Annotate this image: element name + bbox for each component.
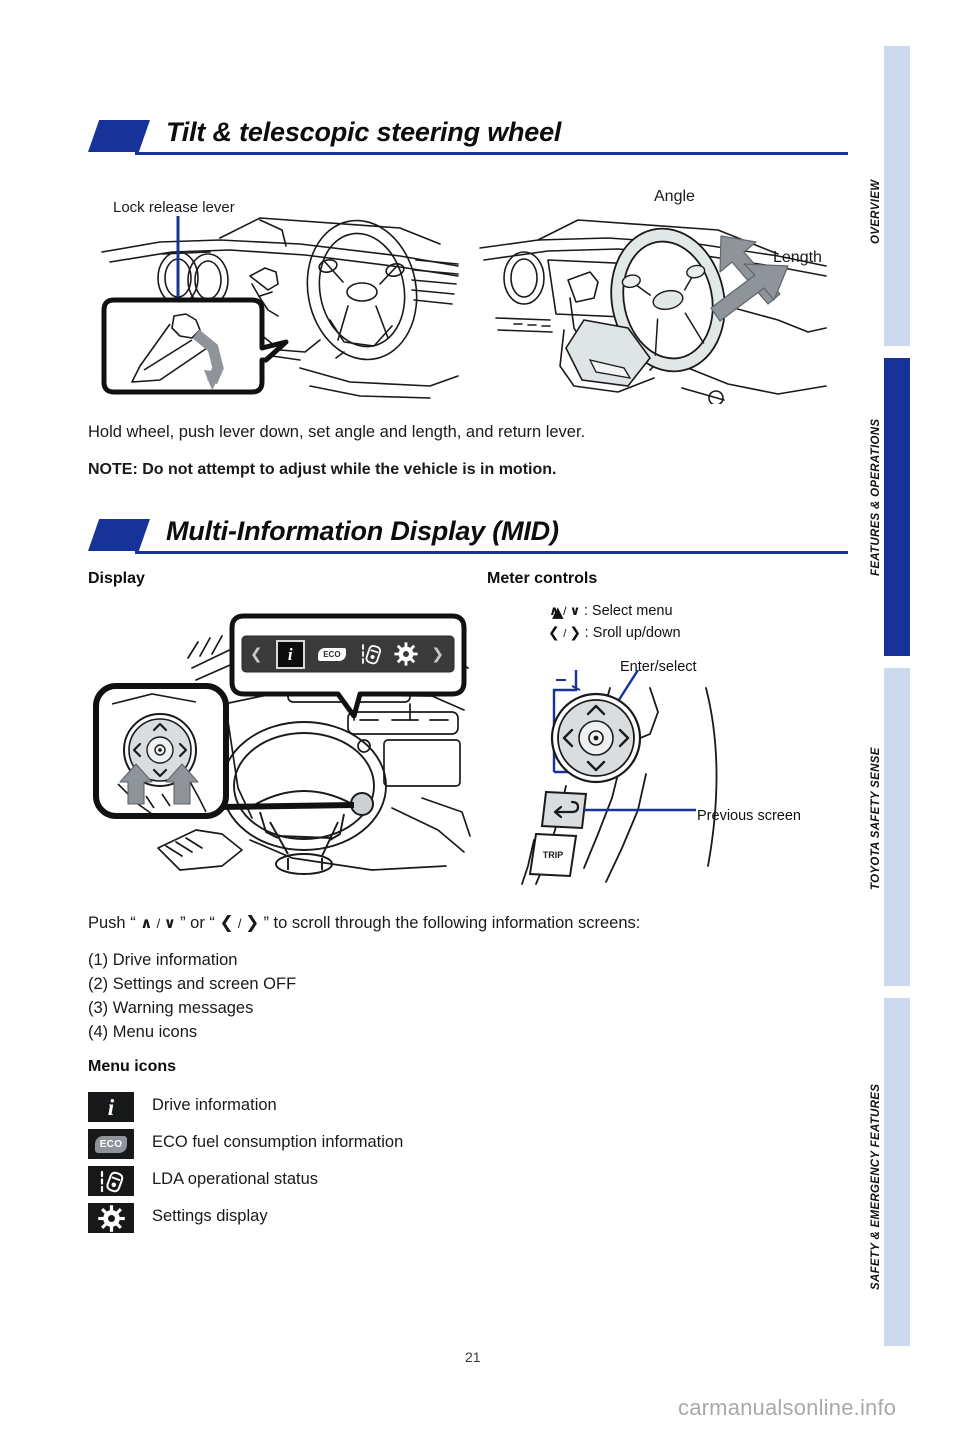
callout-select-menu-label: : Select menu [583,603,673,619]
callout-scroll-label: : Sroll up/down [584,625,681,641]
italic-i-glyph: i [107,1094,115,1120]
eco-badge: ECO [95,1135,127,1153]
label-lock-release-lever: Lock release lever [113,199,235,216]
screen-list-item-1: (1) Drive information [88,951,238,969]
menu-icon-label-settings: Settings display [152,1207,268,1225]
left-arrow-icon: ❮ [548,625,560,641]
settings-gear-icon[interactable] [394,642,418,666]
right-arrow-icon-inline: ❯ [245,913,259,933]
heading-flag-icon [88,120,150,152]
down-arrow-icon-inline: ∨ [163,914,176,932]
tilt-steering-body-text: Hold wheel, push lever down, set angle a… [88,423,586,441]
label-angle: Angle [654,188,695,205]
callout-select-menu: ∧ / ∨ : Select menu [549,603,673,619]
push-instruction: Push “ ∧ / ∨ ” or “ ❮ / ❯ ” to scroll th… [88,913,641,933]
settings-gear-icon-legend [88,1203,134,1233]
push-instruction-prefix: Push “ [88,914,136,932]
menu-icon-label-drive-information: Drive information [152,1096,277,1114]
heading-flag-icon-mid [88,519,150,551]
section-tab-strip [884,46,910,1346]
sidebar-tab-label-safety-emergency: SAFETY & EMERGENCY FEATURES [870,1083,882,1290]
sidebar-tab-safety-emergency[interactable] [884,998,910,1346]
label-length: Length [773,249,822,266]
menu-icon-label-lda: LDA operational status [152,1170,319,1188]
lda-icon-legend [88,1166,134,1196]
sidebar-tab-label-toyota-safety-sense: TOYOTA SAFETY SENSE [870,747,882,890]
screen-list-item-2: (2) Settings and screen OFF [88,975,297,993]
chevron-right-icon[interactable]: ❯ [431,645,444,663]
gear-glyph [97,1204,125,1232]
sidebar-tab-label-overview: OVERVIEW [870,179,882,244]
section-title-tilt-steering: Tilt & telescopic steering wheel [166,117,562,147]
menu-icon-label-eco: ECO fuel consumption information [152,1133,404,1151]
figure-tilt-steering-right [479,219,827,404]
subhead-menu-icons: Menu icons [88,1058,177,1075]
screen-list-item-3: (3) Warning messages [88,999,254,1017]
figure-meter-controls: TRIP [521,670,718,885]
callout-scroll: ❮ / ❯ : Sroll up/down [548,625,681,641]
trip-button-label: TRIP [543,850,564,860]
chevron-left-icon[interactable]: ❮ [250,645,263,663]
sidebar-tab-toyota-safety-sense[interactable] [884,668,910,986]
down-arrow-icon: ∨ [569,604,581,619]
eco-icon[interactable]: ECO [317,647,346,661]
subhead-meter-controls: Meter controls [487,570,598,587]
sidebar-tab-features-operations[interactable] [884,358,910,656]
drive-information-icon[interactable]: i [275,639,305,669]
tilt-steering-note: NOTE: Do not attempt to adjust while the… [88,461,557,478]
sidebar-tab-label-features-operations: FEATURES & OPERATIONS [870,418,882,576]
mid-screen-items: ❮ i ECO ❯ [244,637,450,671]
heading-underline-mid [135,551,848,554]
left-arrow-icon-inline: ❮ [219,913,234,933]
drive-information-icon-legend: i [88,1092,134,1122]
up-arrow-icon-inline: ∧ [140,914,152,932]
menu-icon-row-drive-information: i Drive information [88,1092,508,1122]
menu-icon-row-settings: Settings display [88,1203,508,1233]
menu-icon-row-eco: ECO ECO fuel consumption information [88,1129,508,1159]
page-number: 21 [465,1349,481,1365]
menu-icon-row-lda: LDA operational status [88,1166,508,1196]
eco-icon-legend: ECO [88,1129,134,1159]
heading-underline [135,152,848,155]
push-instruction-suffix: ” to scroll through the following inform… [263,914,641,932]
lda-glyph [100,1170,124,1192]
screen-list-item-4: (4) Menu icons [88,1023,198,1041]
watermark: carmanualsonline.info [678,1395,897,1420]
figure-tilt-steering-left [101,216,459,399]
up-arrow-icon: ∧ [549,604,560,619]
lda-icon[interactable] [359,642,382,666]
subhead-display: Display [88,570,145,587]
right-arrow-icon: ❯ [569,625,581,641]
section-title-mid: Multi-Information Display (MID) [166,516,559,546]
sidebar-tab-overview[interactable] [884,46,910,346]
push-instruction-mid: ” or “ [180,914,215,932]
